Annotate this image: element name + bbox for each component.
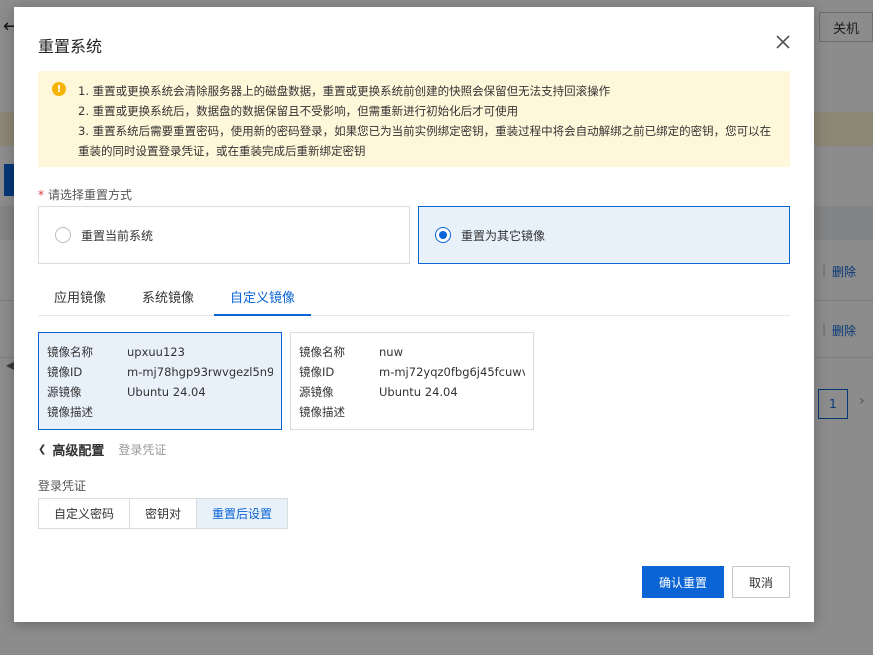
image-id: m-mj72yqz0fbg6j45fcuwv — [379, 365, 525, 379]
advanced-config-title: 高级配置 — [52, 444, 105, 459]
image-type-tabs: 应用镜像 系统镜像 自定义镜像 — [38, 287, 790, 316]
credential-label: 登录凭证 — [38, 479, 87, 493]
close-icon[interactable] — [774, 33, 792, 51]
image-card-nuw[interactable]: 镜像名称 nuw 镜像ID m-mj72yqz0fbg6j45fcuwv 源镜像 Ub… — [290, 332, 534, 430]
image-source: Ubuntu 24.04 — [379, 385, 458, 399]
field-label: 镜像ID — [299, 365, 335, 379]
field-label: 镜像ID — [47, 365, 83, 379]
tab-custom-image[interactable]: 自定义镜像 — [214, 287, 312, 316]
cancel-button[interactable]: 取消 — [732, 566, 790, 598]
notice-line-2: 2. 重置或更换系统后，数据盘的数据保留且不受影响，但需重新进行初始化后才可使用 — [78, 104, 519, 118]
image-source: Ubuntu 24.04 — [127, 385, 206, 399]
image-id: m-mj78hgp93rwvgezl5n9x — [127, 365, 273, 379]
advanced-config-subtitle: 登录凭证 — [118, 443, 167, 457]
credential-option-key-pair[interactable]: 密钥对 — [130, 499, 197, 528]
dialog-title: 重置系统 — [38, 37, 103, 56]
notice-line-1: 1. 重置或更换系统会清除服务器上的磁盘数据，重置或更换系统前创建的快照会保留但… — [78, 84, 611, 98]
credential-option-custom-password[interactable]: 自定义密码 — [39, 499, 130, 528]
mode-card-reset-current[interactable]: 重置当前系统 — [38, 206, 410, 264]
warning-icon: ! — [52, 82, 66, 96]
credential-selector: 自定义密码 密钥对 重置后设置 — [38, 498, 288, 529]
tab-app-image[interactable]: 应用镜像 — [54, 287, 106, 316]
field-label: 镜像描述 — [299, 405, 345, 419]
image-card-upxuu123[interactable]: 镜像名称 upxuu123 镜像ID m-mj78hgp93rwvgezl5n9x … — [38, 332, 282, 430]
required-marker: * — [38, 188, 44, 202]
reset-system-dialog: 重置系统 ! 1. 重置或更换系统会清除服务器上的磁盘数据，重置或更换系统前创建… — [14, 7, 814, 622]
credential-option-set-after-reset[interactable]: 重置后设置 — [197, 499, 287, 528]
field-label: 镜像名称 — [47, 345, 93, 359]
tab-system-image[interactable]: 系统镜像 — [142, 287, 194, 316]
chevron-down-icon: ❮ — [38, 444, 47, 455]
mode-card-reset-other-image[interactable]: 重置为其它镜像 — [418, 206, 790, 264]
field-label: 镜像描述 — [47, 405, 93, 419]
image-name: nuw — [379, 345, 403, 359]
mode-label: 重置为其它镜像 — [461, 228, 546, 243]
field-label: 源镜像 — [47, 385, 82, 399]
field-label: 源镜像 — [299, 385, 334, 399]
reset-mode-label: * 请选择重置方式 — [38, 188, 133, 202]
image-name: upxuu123 — [127, 345, 185, 359]
field-label: 镜像名称 — [299, 345, 345, 359]
radio-reset-other-image[interactable] — [435, 227, 451, 243]
confirm-reset-button[interactable]: 确认重置 — [642, 566, 724, 598]
radio-reset-current[interactable] — [55, 227, 71, 243]
mode-label: 重置当前系统 — [81, 228, 154, 243]
warning-notice: ! 1. 重置或更换系统会清除服务器上的磁盘数据，重置或更换系统前创建的快照会保… — [38, 71, 790, 167]
advanced-config-toggle[interactable]: ❮ 高级配置 登录凭证 — [38, 440, 166, 459]
notice-line-3: 3. 重置系统后需要重置密码，使用新的密码登录，如果您已为当前实例绑定密钥，重装… — [78, 124, 772, 158]
